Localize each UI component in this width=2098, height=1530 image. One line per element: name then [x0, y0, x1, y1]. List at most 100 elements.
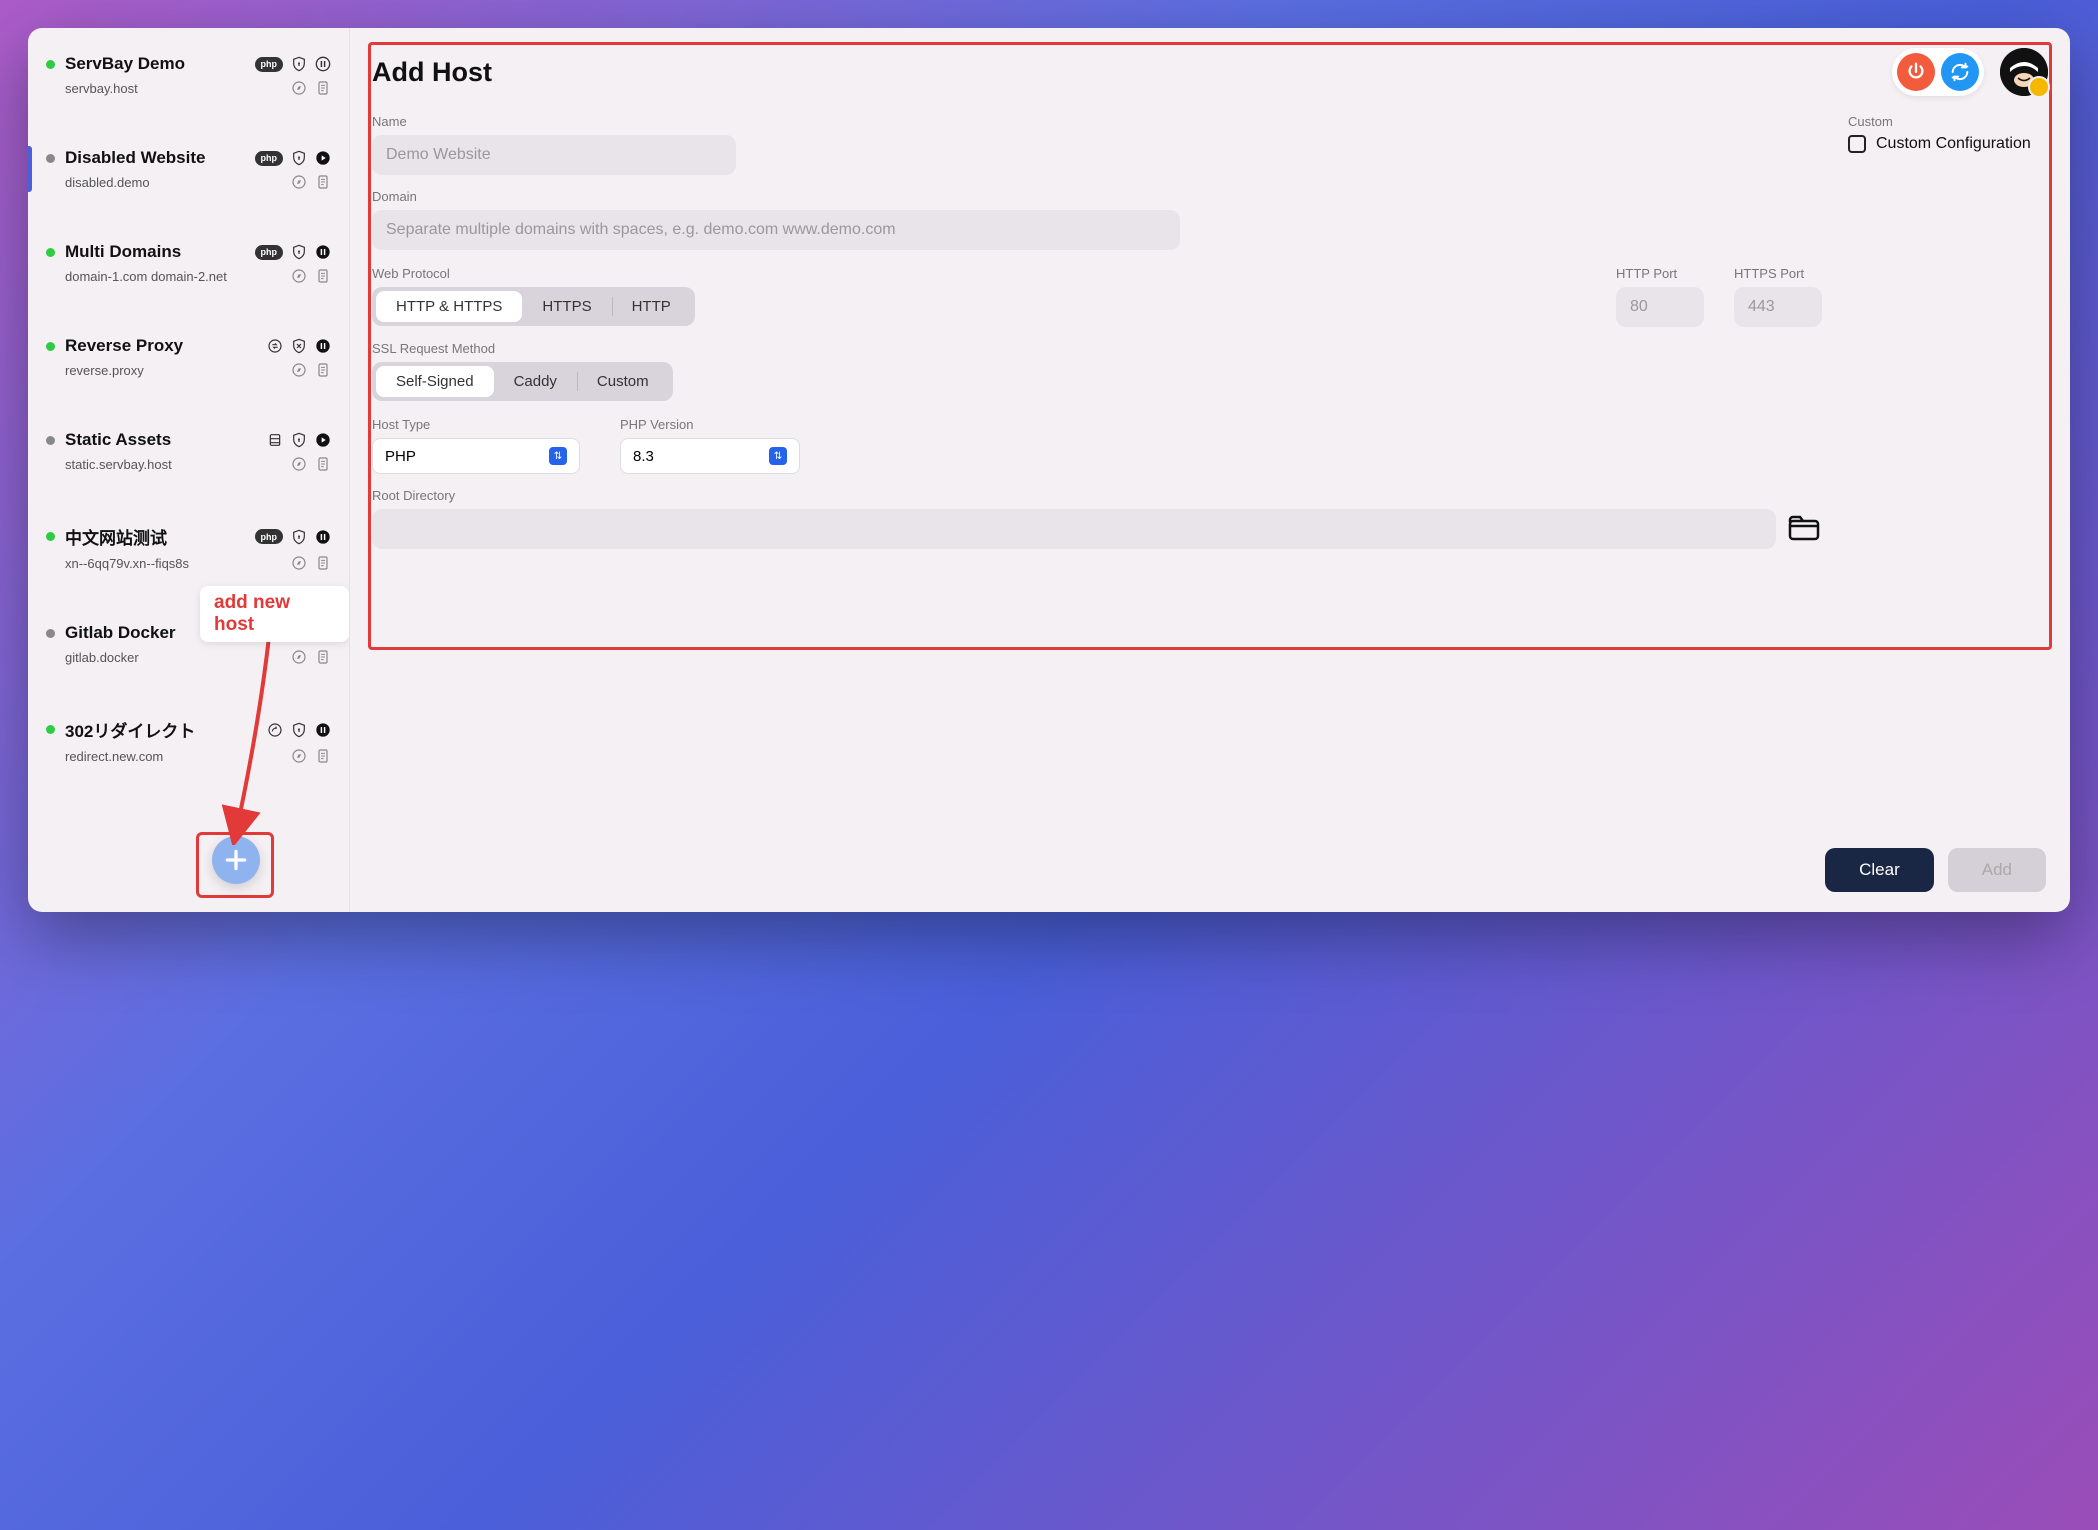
ssl-segmented: Self-Signed Caddy Custom: [372, 362, 673, 401]
pause-icon[interactable]: [315, 56, 331, 72]
sidebar: ServBay Demophpservbay.hostDisabled Webs…: [28, 28, 350, 912]
custom-config-checkbox[interactable]: [1848, 135, 1866, 153]
power-icon: [1905, 61, 1927, 83]
status-dot: [46, 60, 55, 69]
host-name: Disabled Website: [65, 148, 245, 168]
add-button[interactable]: Add: [1948, 848, 2046, 892]
shield-icon: [291, 56, 307, 72]
protocol-https[interactable]: HTTPS: [522, 291, 611, 322]
shield-icon: [291, 722, 307, 738]
protocol-http-https[interactable]: HTTP & HTTPS: [376, 291, 522, 322]
document-icon[interactable]: [315, 268, 331, 284]
header-action-pill: [1892, 48, 1984, 96]
shield-icon: [291, 150, 307, 166]
page-title: Add Host: [372, 57, 1892, 88]
status-dot: [46, 725, 55, 734]
php-version-select[interactable]: 8.3 ⇅: [620, 438, 800, 474]
http-port-input[interactable]: [1616, 287, 1704, 327]
document-icon[interactable]: [315, 362, 331, 378]
host-type-value: PHP: [385, 448, 416, 465]
document-icon[interactable]: [315, 649, 331, 665]
avatar[interactable]: [2000, 48, 2048, 96]
host-type-select[interactable]: PHP ⇅: [372, 438, 580, 474]
refresh-icon: [1949, 61, 1971, 83]
host-name: Static Assets: [65, 430, 257, 450]
sidebar-host-item[interactable]: ServBay Demophpservbay.host: [28, 44, 349, 106]
name-label: Name: [372, 114, 1822, 129]
folder-icon: [1788, 514, 1820, 542]
redirect-icon: [267, 722, 283, 738]
document-icon[interactable]: [315, 456, 331, 472]
compass-icon[interactable]: [291, 456, 307, 472]
host-domain: redirect.new.com: [65, 749, 291, 764]
compass-icon[interactable]: [291, 80, 307, 96]
header: Add Host: [372, 48, 2048, 96]
ssl-self-signed[interactable]: Self-Signed: [376, 366, 494, 397]
ssl-custom[interactable]: Custom: [577, 366, 669, 397]
custom-config-label: Custom Configuration: [1876, 135, 2031, 153]
status-dot: [46, 154, 55, 163]
sidebar-host-item[interactable]: Multi Domains php domain-1.com domain-2.ne…: [28, 232, 349, 294]
refresh-button[interactable]: [1941, 53, 1979, 91]
browse-folder-button[interactable]: [1788, 514, 1822, 544]
play-icon[interactable]: [315, 150, 331, 166]
sidebar-host-item[interactable]: Reverse Proxyreverse.proxy: [28, 326, 349, 388]
document-icon[interactable]: [315, 555, 331, 571]
compass-icon[interactable]: [291, 362, 307, 378]
pause-icon[interactable]: [315, 722, 331, 738]
sidebar-host-item[interactable]: Static Assets static.servbay.host: [28, 420, 349, 482]
clear-button[interactable]: Clear: [1825, 848, 1934, 892]
https-port-input[interactable]: [1734, 287, 1822, 327]
php-badge-icon: php: [255, 57, 284, 72]
sidebar-host-item[interactable]: Gitlab Docker gitlab.docker: [28, 613, 349, 675]
plus-icon: [223, 847, 249, 873]
status-dot: [46, 248, 55, 257]
shield-icon: [291, 625, 307, 641]
sidebar-host-item[interactable]: 302リダイレクト redirect.new.com: [28, 707, 349, 774]
play-icon[interactable]: [315, 625, 331, 641]
host-domain: static.servbay.host: [65, 457, 291, 472]
sidebar-host-item[interactable]: 中文网站测试phpxn--6qq79v.xn--fiqs8s: [28, 514, 349, 581]
host-name: 中文网站测试: [65, 524, 245, 549]
play-icon[interactable]: [315, 432, 331, 448]
compass-icon[interactable]: [291, 555, 307, 571]
host-name: Reverse Proxy: [65, 336, 257, 356]
shield-icon: [291, 244, 307, 260]
host-name: Multi Domains: [65, 242, 245, 262]
pause-icon[interactable]: [315, 529, 331, 545]
power-button[interactable]: [1897, 53, 1935, 91]
pause-icon[interactable]: [315, 244, 331, 260]
root-dir-input[interactable]: [372, 509, 1776, 549]
add-host-fab[interactable]: [212, 836, 260, 884]
avatar-icon: [2000, 48, 2048, 96]
compass-icon[interactable]: [291, 174, 307, 190]
shield-icon: [291, 529, 307, 545]
protocol-segmented: HTTP & HTTPS HTTPS HTTP: [372, 287, 695, 326]
host-name: Gitlab Docker: [65, 623, 257, 643]
document-icon[interactable]: [315, 748, 331, 764]
ssl-caddy[interactable]: Caddy: [494, 366, 577, 397]
domain-input[interactable]: [372, 210, 1180, 250]
status-dot: [46, 532, 55, 541]
document-icon[interactable]: [315, 174, 331, 190]
stack-icon: [267, 432, 283, 448]
compass-icon[interactable]: [291, 268, 307, 284]
pause-icon[interactable]: [315, 338, 331, 354]
host-domain: domain-1.com domain-2.net: [65, 269, 291, 284]
web-protocol-label: Web Protocol: [372, 266, 695, 281]
compass-icon[interactable]: [291, 748, 307, 764]
domain-label: Domain: [372, 189, 1822, 204]
host-name: ServBay Demo: [65, 54, 245, 74]
host-domain: gitlab.docker: [65, 650, 291, 665]
document-icon[interactable]: [315, 80, 331, 96]
app-window: ServBay Demophpservbay.hostDisabled Webs…: [28, 28, 2070, 912]
status-dot: [46, 436, 55, 445]
protocol-http[interactable]: HTTP: [612, 291, 691, 322]
name-input[interactable]: [372, 135, 736, 175]
host-name: 302リダイレクト: [65, 717, 257, 742]
php-version-label: PHP Version: [620, 417, 800, 432]
sidebar-host-item[interactable]: Disabled Websitephpdisabled.demo: [28, 138, 349, 200]
compass-icon[interactable]: [291, 649, 307, 665]
php-badge-icon: php: [255, 245, 284, 260]
https-port-label: HTTPS Port: [1734, 266, 1822, 281]
